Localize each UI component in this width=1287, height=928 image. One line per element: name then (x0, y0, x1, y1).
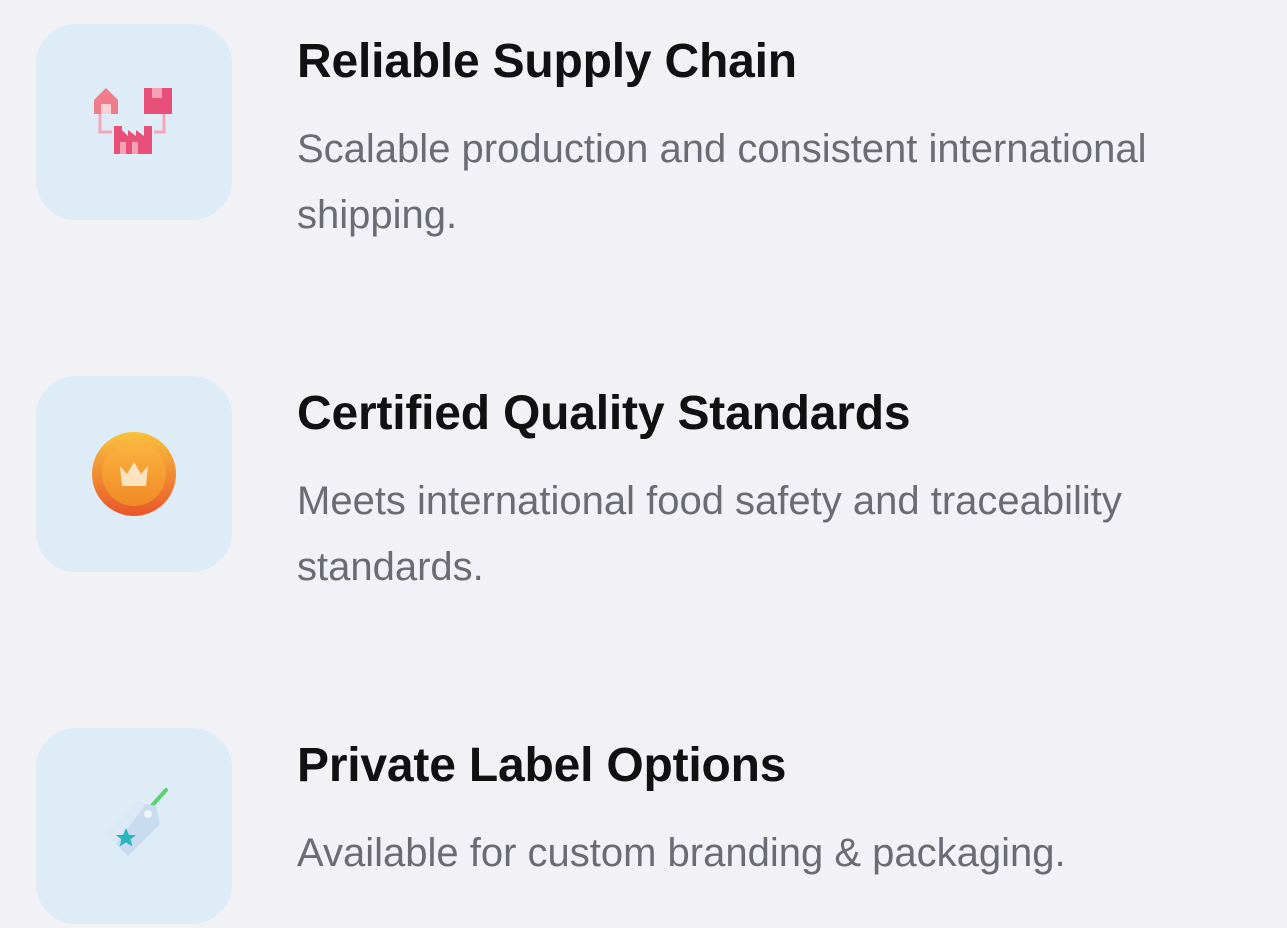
quality-medal-icon (92, 432, 176, 516)
price-tag-icon (106, 788, 168, 856)
feature-description: Meets international food safety and trac… (297, 479, 1122, 589)
feature-icon-box (36, 376, 232, 572)
feature-description: Scalable production and consistent inter… (297, 127, 1147, 237)
feature-title: Certified Quality Standards (297, 387, 911, 440)
feature-icon-box (36, 728, 232, 924)
feature-icon-box (36, 24, 232, 220)
feature-title: Private Label Options (297, 739, 787, 792)
feature-title: Reliable Supply Chain (297, 35, 797, 88)
feature-item-quality-standards: Certified Quality Standards Meets intern… (36, 376, 1287, 589)
feature-item-private-label: Private Label Options Available for cust… (36, 728, 1287, 928)
supply-chain-icon (94, 88, 172, 154)
feature-item-supply-chain: Reliable Supply Chain Scalable productio… (36, 24, 1287, 237)
feature-description: Available for custom branding & packagin… (297, 831, 1066, 875)
